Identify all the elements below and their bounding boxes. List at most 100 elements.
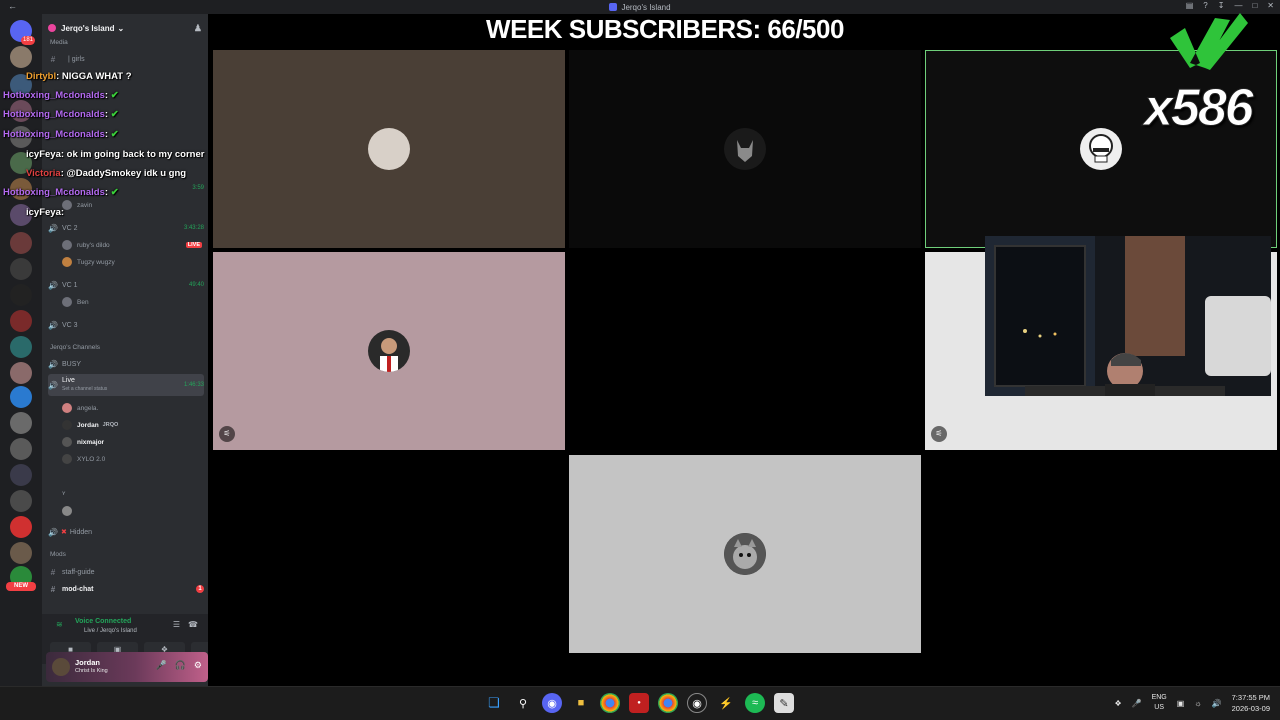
wifi-icon[interactable]: ☼ bbox=[1194, 699, 1201, 708]
chevron-down-icon: ⌄ bbox=[117, 23, 125, 33]
server-icon[interactable] bbox=[10, 284, 32, 306]
chrome-icon[interactable] bbox=[600, 693, 620, 713]
voice-user[interactable]: ʏ bbox=[62, 486, 202, 500]
notepad-icon[interactable]: ✎ bbox=[774, 693, 794, 713]
app-icon[interactable]: ● bbox=[629, 693, 649, 713]
chat-text: : bbox=[104, 90, 109, 101]
voice-channel-live[interactable]: 🔊 Live Set a channel status 1:46:33 bbox=[48, 374, 204, 396]
monitor-icon[interactable]: ▣ bbox=[1177, 699, 1185, 708]
server-icon[interactable] bbox=[10, 438, 32, 460]
headphones-icon[interactable]: 🎧 bbox=[175, 660, 186, 671]
voice-user[interactable] bbox=[62, 504, 202, 518]
server-icon[interactable] bbox=[10, 46, 32, 68]
chat-username: Victoria bbox=[26, 168, 61, 179]
clock[interactable]: 7:37:55 PM 2026-03-09 bbox=[1232, 692, 1270, 714]
chat-username: icyFeya bbox=[26, 149, 61, 160]
windows-start-icon[interactable]: ❏ bbox=[484, 693, 504, 713]
voice-channel-hidden[interactable]: 🔊 ✖ Hidden bbox=[48, 525, 204, 539]
lightning-app-icon[interactable]: ⚡ bbox=[716, 693, 736, 713]
server-icon[interactable] bbox=[10, 516, 32, 538]
discord-icon[interactable]: ◉ bbox=[542, 693, 562, 713]
server-icon[interactable] bbox=[10, 258, 32, 280]
obs-icon[interactable]: ◉ bbox=[687, 693, 707, 713]
disconnect-icon[interactable]: ☎ bbox=[188, 620, 198, 629]
category-jerqos-channels[interactable]: Jerqo's Channels bbox=[50, 344, 100, 351]
spotify-icon[interactable]: ≈ bbox=[745, 693, 765, 713]
voice-channel-busy[interactable]: 🔊 BUSY bbox=[48, 357, 204, 371]
chat-text: : @DaddySmokey idk u gng bbox=[60, 168, 187, 179]
participant-tile[interactable] bbox=[569, 455, 921, 653]
voice-timer: 3:59 bbox=[192, 185, 204, 191]
channel-status[interactable]: Set a channel status bbox=[62, 385, 107, 394]
chat-text: : bbox=[104, 187, 109, 198]
channel-staff-guide[interactable]: # staff-guide bbox=[48, 565, 204, 579]
microphone-tray-icon[interactable]: 🎤 bbox=[1132, 699, 1142, 708]
voice-user[interactable]: angela. bbox=[62, 401, 202, 415]
voice-channel-vc1[interactable]: 🔊 VC 1 49:40 bbox=[48, 278, 204, 292]
emote-icon: ✔ bbox=[110, 129, 119, 140]
category-mods[interactable]: Mods bbox=[50, 551, 66, 558]
voice-user-name: zavin bbox=[77, 201, 93, 209]
file-explorer-icon[interactable]: ■ bbox=[571, 693, 591, 713]
voice-user[interactable]: Ben bbox=[62, 295, 202, 309]
maximize-icon[interactable]: □ bbox=[1252, 1, 1257, 10]
server-icon[interactable] bbox=[10, 412, 32, 434]
channel-label: BUSY bbox=[62, 360, 82, 368]
x-icon: ✖ bbox=[61, 529, 67, 536]
avatar bbox=[368, 330, 410, 372]
server-icon[interactable] bbox=[10, 490, 32, 512]
clock-date: 2026-03-09 bbox=[1231, 704, 1270, 713]
server-icon[interactable] bbox=[10, 362, 32, 384]
chat-text: : ok im going back to my corner bbox=[60, 149, 205, 160]
server-icon[interactable] bbox=[10, 336, 32, 358]
chrome-profile-icon[interactable] bbox=[658, 693, 678, 713]
gear-icon[interactable]: ⚙ bbox=[194, 660, 202, 671]
user-panel: Jordan Christ Is King 🎤 🎧 ⚙ bbox=[46, 652, 208, 682]
direct-messages-button[interactable]: 181 bbox=[10, 20, 35, 45]
server-icon[interactable] bbox=[10, 542, 32, 564]
participant-tile[interactable]: ⚟ bbox=[213, 252, 565, 450]
emote-overlay bbox=[1160, 8, 1250, 88]
back-arrow-icon[interactable]: ← bbox=[8, 1, 17, 11]
voice-channel-vc3[interactable]: 🔊 VC 3 bbox=[48, 318, 204, 332]
category-media[interactable]: Media bbox=[50, 39, 68, 46]
server-icon[interactable] bbox=[10, 310, 32, 332]
channel-label: VC 1 bbox=[62, 281, 78, 289]
title-bar: ← Jerqo's Island ▤ ? ↧ — □ ✕ bbox=[0, 0, 1280, 14]
add-user-icon[interactable]: ♟ bbox=[194, 23, 202, 34]
avatar[interactable] bbox=[52, 658, 70, 676]
server-icon[interactable] bbox=[10, 232, 32, 254]
webcam-scene bbox=[985, 236, 1271, 396]
voice-user[interactable]: ruby's dildo LIVE bbox=[62, 238, 202, 252]
emote-icon: ✔ bbox=[110, 187, 119, 198]
user-status: Christ Is King bbox=[75, 668, 108, 674]
channel-mod-chat[interactable]: # mod-chat 1 bbox=[48, 582, 204, 596]
channel-label: Hidden bbox=[69, 528, 93, 536]
microphone-icon[interactable]: 🎤 bbox=[155, 660, 166, 671]
participant-tile[interactable] bbox=[213, 50, 565, 248]
voice-location[interactable]: Live / Jerqo's Island bbox=[84, 628, 137, 634]
unread-badge: 1 bbox=[196, 585, 204, 593]
server-icon[interactable] bbox=[10, 386, 32, 408]
server-header[interactable]: Jerqo's Island ⌄ ♟ bbox=[42, 14, 208, 42]
noise-suppression-icon[interactable]: ☰ bbox=[173, 620, 180, 629]
voice-channel-vc2[interactable]: 🔊 VC 2 3:43:28 bbox=[48, 221, 204, 235]
close-icon[interactable]: ✕ bbox=[1267, 1, 1274, 10]
search-icon[interactable]: ⚲ bbox=[513, 693, 533, 713]
volume-icon[interactable]: 🔊 bbox=[1212, 699, 1222, 708]
voice-user[interactable]: nixmajor bbox=[62, 435, 202, 449]
channel-girls[interactable]: # | girls bbox=[48, 52, 204, 66]
language-indicator[interactable]: ENG US bbox=[1152, 693, 1167, 713]
participant-tile[interactable] bbox=[569, 50, 921, 248]
voice-user[interactable]: zavin bbox=[62, 198, 202, 212]
voice-user[interactable]: Tugzy wugzy bbox=[62, 255, 202, 269]
voice-user[interactable]: Jordan JRQO bbox=[62, 418, 202, 432]
tray-overflow-icon[interactable]: ❖ bbox=[1114, 699, 1121, 708]
clock-time: 7:37:55 PM bbox=[1231, 693, 1270, 702]
window-title: Jerqo's Island bbox=[621, 2, 671, 12]
voice-timer: 1:46:33 bbox=[183, 382, 204, 388]
user-name[interactable]: Jordan bbox=[75, 658, 100, 667]
chat-text: : bbox=[60, 207, 65, 218]
server-icon[interactable] bbox=[10, 464, 32, 486]
voice-user[interactable]: XYLO 2.0 bbox=[62, 452, 202, 466]
